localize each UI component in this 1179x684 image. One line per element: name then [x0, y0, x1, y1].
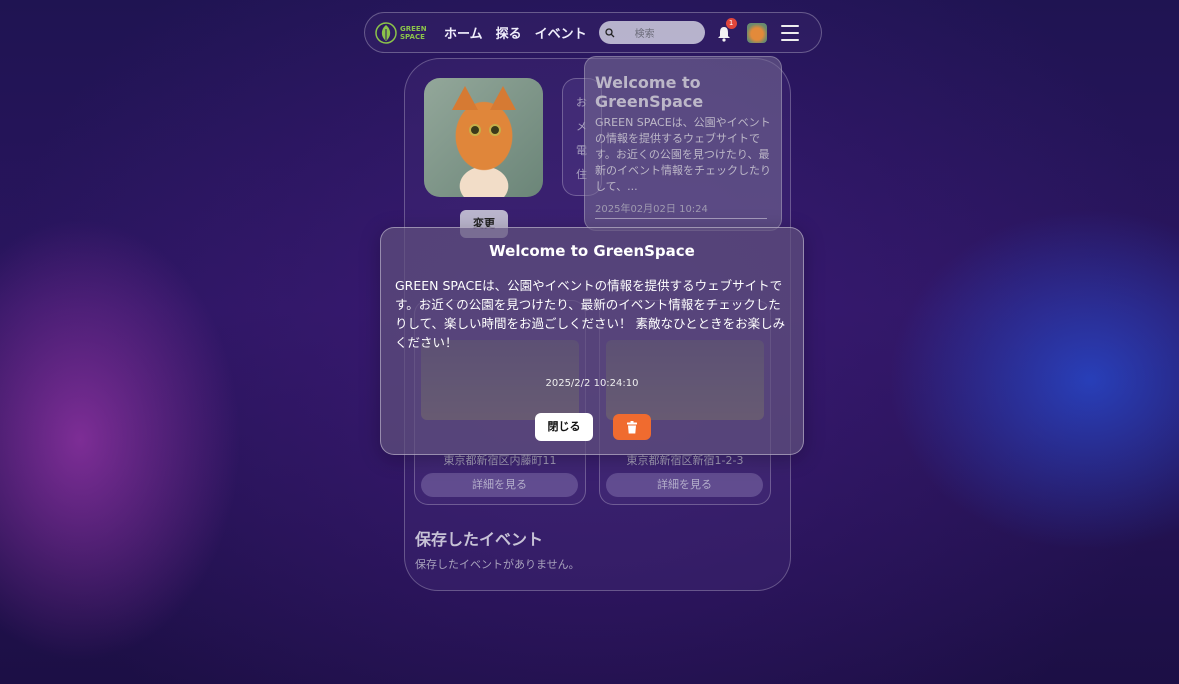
notification-badge: 1 — [725, 17, 737, 29]
nav-events[interactable]: イベント — [535, 23, 587, 42]
modal-body: GREEN SPACEは、公園やイベントの情報を提供するウェブサイトです。お近く… — [395, 278, 786, 350]
notification-button[interactable]: 1 — [717, 17, 737, 42]
logo-text-line2: SPACE — [400, 32, 425, 41]
logo[interactable]: GREEN SPACE — [375, 21, 433, 44]
trash-icon — [627, 420, 637, 433]
notification-item[interactable]: Welcome to GreenSpace GREEN SPACEは、公園やイベ… — [595, 73, 771, 219]
saved-events-empty: 保存したイベントがありません。 — [415, 558, 580, 571]
search-placeholder: 検索 — [634, 29, 655, 40]
notification-modal: Welcome to GreenSpace GREEN SPACEは、公園やイベ… — [380, 227, 804, 455]
notification-title: Welcome to GreenSpace — [595, 73, 704, 111]
delete-button[interactable] — [613, 414, 651, 440]
close-button[interactable]: 閉じる — [535, 413, 593, 441]
modal-title: Welcome to GreenSpace — [489, 242, 695, 260]
search-input[interactable]: 検索 — [598, 21, 705, 44]
notification-date: 2025年02月02日 10:24 — [595, 200, 767, 219]
top-nav: GREEN SPACE ホーム 探る イベント 検索 1 — [364, 12, 822, 53]
hamburger-menu-icon[interactable] — [780, 24, 799, 41]
logo-text-line1: GREEN — [400, 24, 427, 33]
profile-image — [424, 78, 543, 197]
search-icon — [605, 27, 615, 37]
nav-explore[interactable]: 探る — [496, 23, 522, 42]
nav-home[interactable]: ホーム — [444, 23, 483, 42]
leaf-logo-icon — [375, 21, 397, 44]
notification-dropdown: Welcome to GreenSpace GREEN SPACEは、公園やイベ… — [584, 56, 782, 231]
park-detail-button[interactable]: 詳細を見る — [606, 473, 763, 497]
modal-date: 2025/2/2 10:24:10 — [545, 378, 639, 389]
park-detail-button[interactable]: 詳細を見る — [421, 473, 578, 497]
avatar[interactable] — [746, 22, 767, 43]
saved-events-title: 保存したイベント — [415, 530, 544, 549]
notification-preview: GREEN SPACEは、公園やイベントの情報を提供するウェブサイトです。お近く… — [595, 116, 771, 193]
